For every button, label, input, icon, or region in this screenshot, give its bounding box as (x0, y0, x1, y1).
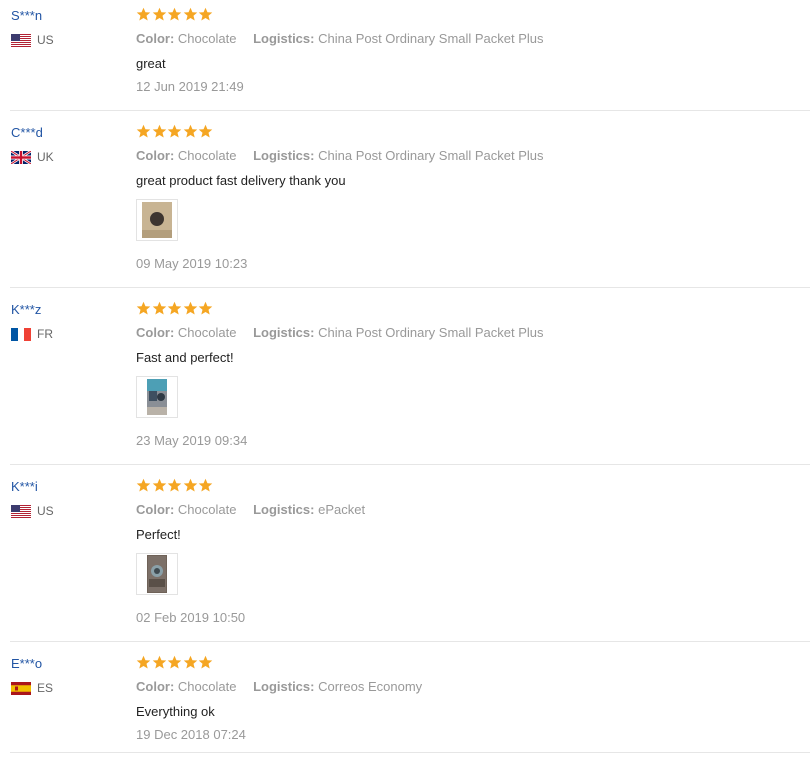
review-item: C***d UK Color: Chocolate Logistics: Chi… (10, 117, 810, 288)
star-icon (183, 7, 198, 21)
star-icon (152, 301, 166, 315)
star-rating (136, 478, 214, 493)
country-code: UK (37, 150, 54, 164)
logistics-value: ePacket (318, 502, 366, 517)
star-icon (183, 124, 198, 138)
country-code: US (37, 33, 54, 47)
star-icon (167, 124, 182, 138)
buyer-name-link[interactable]: S***n (11, 8, 42, 23)
review-date: 12 Jun 2019 21:49 (136, 79, 244, 94)
star-icon (136, 7, 151, 21)
review-item: K***i US Color: Chocolate Logistics: ePa… (10, 471, 810, 642)
star-rating (136, 301, 214, 316)
logistics-label: Logistics: (253, 325, 315, 340)
buyer-country: US (11, 33, 54, 47)
review-item: E***o ES Color: Chocolate Logistics: Cor… (10, 648, 810, 753)
buyer-country: ES (11, 681, 53, 695)
logistics-value: China Post Ordinary Small Packet Plus (318, 325, 544, 340)
color-value: Chocolate (177, 31, 237, 46)
star-rating (136, 655, 214, 670)
review-date: 19 Dec 2018 07:24 (136, 727, 246, 742)
country-code: FR (37, 327, 53, 341)
star-icon (199, 301, 213, 315)
star-icon (183, 478, 198, 492)
color-label: Color: (136, 31, 175, 46)
buyer-country: UK (11, 150, 54, 164)
review-photo-image (137, 200, 177, 240)
review-text: great product fast delivery thank you (136, 173, 346, 188)
star-icon (152, 478, 166, 492)
star-icon (136, 655, 151, 669)
us-flag-icon (11, 33, 31, 47)
star-icon (199, 478, 213, 492)
star-icon (136, 478, 151, 492)
review-date: 09 May 2019 10:23 (136, 256, 248, 271)
uk-flag-icon (11, 150, 31, 164)
star-rating (136, 7, 214, 22)
logistics-label: Logistics: (253, 148, 315, 163)
star-icon (136, 124, 151, 138)
star-icon (199, 7, 213, 21)
logistics-value: Correos Economy (318, 679, 423, 694)
review-text: Perfect! (136, 527, 181, 542)
star-icon (152, 655, 166, 669)
star-icon (199, 124, 213, 138)
buyer-country: US (11, 504, 54, 518)
us-flag-icon (11, 504, 31, 518)
star-icon (152, 7, 166, 21)
color-value: Chocolate (177, 502, 237, 517)
buyer-name-link[interactable]: K***i (11, 479, 38, 494)
star-icon (152, 124, 166, 138)
review-photo-image (137, 377, 177, 417)
country-code: ES (37, 681, 54, 695)
order-info: Color: Chocolate Logistics: China Post O… (136, 325, 544, 340)
color-label: Color: (136, 325, 175, 340)
buyer-name-link[interactable]: K***z (11, 302, 41, 317)
order-info: Color: Chocolate Logistics: ePacket (136, 502, 365, 517)
review-text: great (136, 56, 166, 71)
color-label: Color: (136, 148, 175, 163)
buyer-name-link[interactable]: E***o (11, 656, 42, 671)
star-icon (167, 7, 182, 21)
review-text: Fast and perfect! (136, 350, 234, 365)
review-photo-thumbnail[interactable] (136, 199, 178, 241)
order-info: Color: Chocolate Logistics: China Post O… (136, 148, 544, 163)
color-value: Chocolate (177, 679, 237, 694)
es-flag-icon (11, 681, 31, 695)
color-label: Color: (136, 502, 175, 517)
star-icon (167, 301, 182, 315)
logistics-value: China Post Ordinary Small Packet Plus (318, 31, 544, 46)
buyer-name-link[interactable]: C***d (11, 125, 43, 140)
color-value: Chocolate (177, 325, 237, 340)
review-photo-thumbnail[interactable] (136, 376, 178, 418)
logistics-label: Logistics: (253, 502, 315, 517)
star-icon (183, 655, 198, 669)
star-icon (167, 478, 182, 492)
review-photo-thumbnail[interactable] (136, 553, 178, 595)
review-date: 02 Feb 2019 10:50 (136, 610, 246, 625)
review-item: S***n US Color: Chocolate Logistics: Chi… (10, 0, 810, 111)
logistics-label: Logistics: (253, 31, 315, 46)
buyer-country: FR (11, 327, 53, 341)
country-code: US (37, 504, 54, 518)
review-date: 23 May 2019 09:34 (136, 433, 248, 448)
order-info: Color: Chocolate Logistics: China Post O… (136, 31, 544, 46)
fr-flag-icon (11, 327, 31, 341)
star-icon (136, 301, 151, 315)
logistics-value: China Post Ordinary Small Packet Plus (318, 148, 544, 163)
logistics-label: Logistics: (253, 679, 315, 694)
star-icon (167, 655, 182, 669)
star-icon (199, 655, 213, 669)
review-text: Everything ok (136, 704, 215, 719)
review-item: K***z FR Color: Chocolate Logistics: Chi… (10, 294, 810, 465)
star-rating (136, 124, 214, 139)
color-value: Chocolate (177, 148, 237, 163)
color-label: Color: (136, 679, 175, 694)
order-info: Color: Chocolate Logistics: Correos Econ… (136, 679, 422, 694)
star-icon (183, 301, 198, 315)
review-photo-image (137, 554, 177, 594)
